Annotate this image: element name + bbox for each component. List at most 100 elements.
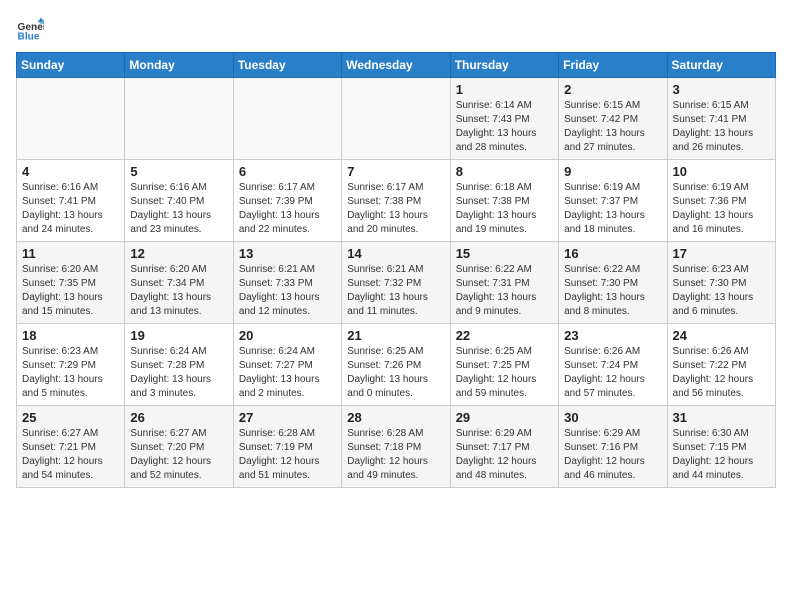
day-info: Sunrise: 6:24 AMSunset: 7:28 PMDaylight:… bbox=[130, 345, 227, 401]
day-info: Sunrise: 6:25 AMSunset: 7:25 PMDaylight:… bbox=[456, 345, 553, 401]
calendar-cell: 11 Sunrise: 6:20 AMSunset: 7:35 PMDayligh… bbox=[17, 242, 125, 324]
day-info: Sunrise: 6:29 AMSunset: 7:16 PMDaylight:… bbox=[564, 427, 661, 483]
day-number: 6 bbox=[239, 164, 336, 179]
weekday-header-thursday: Thursday bbox=[450, 53, 558, 78]
calendar-week-1: 1 Sunrise: 6:14 AMSunset: 7:43 PMDaylight… bbox=[17, 78, 776, 160]
day-number: 30 bbox=[564, 410, 661, 425]
day-number: 27 bbox=[239, 410, 336, 425]
day-info: Sunrise: 6:28 AMSunset: 7:18 PMDaylight:… bbox=[347, 427, 444, 483]
calendar-cell: 15Sunrise: 6:22 AMSunset: 7:31 PMDayligh… bbox=[450, 242, 558, 324]
calendar-cell: 13Sunrise: 6:21 AMSunset: 7:33 PMDayligh… bbox=[233, 242, 341, 324]
day-number: 24 bbox=[673, 328, 770, 343]
day-info: Sunrise: 6:14 AMSunset: 7:43 PMDaylight:… bbox=[456, 99, 553, 155]
calendar-cell: 31Sunrise: 6:30 AMSunset: 7:15 PMDayligh… bbox=[667, 406, 775, 488]
day-info: Sunrise: 6:16 AMSunset: 7:40 PMDaylight:… bbox=[130, 181, 227, 237]
day-number: 13 bbox=[239, 246, 336, 261]
calendar-cell: 27Sunrise: 6:28 AMSunset: 7:19 PMDayligh… bbox=[233, 406, 341, 488]
day-info: Sunrise: 6:15 AMSunset: 7:41 PMDaylight:… bbox=[673, 99, 770, 155]
page-header: General Blue bbox=[16, 16, 776, 44]
day-number: 22 bbox=[456, 328, 553, 343]
calendar-cell: 19 Sunrise: 6:24 AMSunset: 7:28 PMDayligh… bbox=[125, 324, 233, 406]
day-info: Sunrise: 6:27 AMSunset: 7:20 PMDaylight:… bbox=[130, 427, 227, 483]
calendar-cell bbox=[342, 78, 450, 160]
calendar-cell: 4 Sunrise: 6:16 AMSunset: 7:41 PMDaylight… bbox=[17, 160, 125, 242]
day-info: Sunrise: 6:18 AMSunset: 7:38 PMDaylight:… bbox=[456, 181, 553, 237]
day-number: 12 bbox=[130, 246, 227, 261]
day-info: Sunrise: 6:30 AMSunset: 7:15 PMDaylight:… bbox=[673, 427, 770, 483]
calendar-cell: 6 Sunrise: 6:17 AMSunset: 7:39 PMDaylight… bbox=[233, 160, 341, 242]
day-info: Sunrise: 6:24 AMSunset: 7:27 PMDaylight:… bbox=[239, 345, 336, 401]
day-info: Sunrise: 6:25 AMSunset: 7:26 PMDaylight:… bbox=[347, 345, 444, 401]
day-info: Sunrise: 6:19 AMSunset: 7:37 PMDaylight:… bbox=[564, 181, 661, 237]
day-number: 17 bbox=[673, 246, 770, 261]
day-info: Sunrise: 6:22 AMSunset: 7:30 PMDaylight:… bbox=[564, 263, 661, 319]
day-info: Sunrise: 6:26 AMSunset: 7:22 PMDaylight:… bbox=[673, 345, 770, 401]
day-info: Sunrise: 6:20 AMSunset: 7:34 PMDaylight:… bbox=[130, 263, 227, 319]
calendar-cell: 21 Sunrise: 6:25 AMSunset: 7:26 PMDayligh… bbox=[342, 324, 450, 406]
calendar-table: SundayMondayTuesdayWednesdayThursdayFrid… bbox=[16, 52, 776, 488]
calendar-week-2: 4 Sunrise: 6:16 AMSunset: 7:41 PMDaylight… bbox=[17, 160, 776, 242]
day-info: Sunrise: 6:19 AMSunset: 7:36 PMDaylight:… bbox=[673, 181, 770, 237]
calendar-header: SundayMondayTuesdayWednesdayThursdayFrid… bbox=[17, 53, 776, 78]
calendar-cell: 25 Sunrise: 6:27 AMSunset: 7:21 PMDayligh… bbox=[17, 406, 125, 488]
day-number: 18 bbox=[22, 328, 119, 343]
day-info: Sunrise: 6:16 AMSunset: 7:41 PMDaylight:… bbox=[22, 181, 119, 237]
weekday-header-tuesday: Tuesday bbox=[233, 53, 341, 78]
day-number: 2 bbox=[564, 82, 661, 97]
day-number: 4 bbox=[22, 164, 119, 179]
logo: General Blue bbox=[16, 16, 46, 44]
calendar-cell: 20 Sunrise: 6:24 AMSunset: 7:27 PMDayligh… bbox=[233, 324, 341, 406]
calendar-cell: 8 Sunrise: 6:18 AMSunset: 7:38 PMDaylight… bbox=[450, 160, 558, 242]
day-info: Sunrise: 6:27 AMSunset: 7:21 PMDaylight:… bbox=[22, 427, 119, 483]
day-info: Sunrise: 6:15 AMSunset: 7:42 PMDaylight:… bbox=[564, 99, 661, 155]
day-number: 8 bbox=[456, 164, 553, 179]
day-number: 25 bbox=[22, 410, 119, 425]
day-number: 3 bbox=[673, 82, 770, 97]
day-info: Sunrise: 6:17 AMSunset: 7:39 PMDaylight:… bbox=[239, 181, 336, 237]
day-number: 19 bbox=[130, 328, 227, 343]
day-number: 5 bbox=[130, 164, 227, 179]
calendar-cell: 3 Sunrise: 6:15 AMSunset: 7:41 PMDaylight… bbox=[667, 78, 775, 160]
day-number: 20 bbox=[239, 328, 336, 343]
day-info: Sunrise: 6:26 AMSunset: 7:24 PMDaylight:… bbox=[564, 345, 661, 401]
day-number: 23 bbox=[564, 328, 661, 343]
calendar-cell: 17 Sunrise: 6:23 AMSunset: 7:30 PMDayligh… bbox=[667, 242, 775, 324]
calendar-cell: 5 Sunrise: 6:16 AMSunset: 7:40 PMDaylight… bbox=[125, 160, 233, 242]
calendar-week-5: 25 Sunrise: 6:27 AMSunset: 7:21 PMDayligh… bbox=[17, 406, 776, 488]
day-number: 14 bbox=[347, 246, 444, 261]
day-info: Sunrise: 6:29 AMSunset: 7:17 PMDaylight:… bbox=[456, 427, 553, 483]
day-info: Sunrise: 6:22 AMSunset: 7:31 PMDaylight:… bbox=[456, 263, 553, 319]
calendar-cell: 28 Sunrise: 6:28 AMSunset: 7:18 PMDayligh… bbox=[342, 406, 450, 488]
day-info: Sunrise: 6:17 AMSunset: 7:38 PMDaylight:… bbox=[347, 181, 444, 237]
weekday-header-sunday: Sunday bbox=[17, 53, 125, 78]
calendar-week-4: 18Sunrise: 6:23 AMSunset: 7:29 PMDayligh… bbox=[17, 324, 776, 406]
day-number: 26 bbox=[130, 410, 227, 425]
day-info: Sunrise: 6:20 AMSunset: 7:35 PMDaylight:… bbox=[22, 263, 119, 319]
calendar-cell: 29 Sunrise: 6:29 AMSunset: 7:17 PMDayligh… bbox=[450, 406, 558, 488]
calendar-cell: 30 Sunrise: 6:29 AMSunset: 7:16 PMDayligh… bbox=[559, 406, 667, 488]
weekday-row: SundayMondayTuesdayWednesdayThursdayFrid… bbox=[17, 53, 776, 78]
weekday-header-monday: Monday bbox=[125, 53, 233, 78]
day-number: 9 bbox=[564, 164, 661, 179]
day-number: 28 bbox=[347, 410, 444, 425]
calendar-cell: 26 Sunrise: 6:27 AMSunset: 7:20 PMDayligh… bbox=[125, 406, 233, 488]
day-number: 7 bbox=[347, 164, 444, 179]
calendar-cell: 18Sunrise: 6:23 AMSunset: 7:29 PMDayligh… bbox=[17, 324, 125, 406]
calendar-cell: 1 Sunrise: 6:14 AMSunset: 7:43 PMDaylight… bbox=[450, 78, 558, 160]
calendar-week-3: 11 Sunrise: 6:20 AMSunset: 7:35 PMDayligh… bbox=[17, 242, 776, 324]
day-info: Sunrise: 6:23 AMSunset: 7:30 PMDaylight:… bbox=[673, 263, 770, 319]
day-number: 11 bbox=[22, 246, 119, 261]
day-number: 29 bbox=[456, 410, 553, 425]
calendar-cell: 23 Sunrise: 6:26 AMSunset: 7:24 PMDayligh… bbox=[559, 324, 667, 406]
weekday-header-wednesday: Wednesday bbox=[342, 53, 450, 78]
calendar-cell: 14Sunrise: 6:21 AMSunset: 7:32 PMDayligh… bbox=[342, 242, 450, 324]
calendar-cell bbox=[17, 78, 125, 160]
calendar-body: 1 Sunrise: 6:14 AMSunset: 7:43 PMDaylight… bbox=[17, 78, 776, 488]
calendar-cell: 24 Sunrise: 6:26 AMSunset: 7:22 PMDayligh… bbox=[667, 324, 775, 406]
day-number: 16 bbox=[564, 246, 661, 261]
day-number: 21 bbox=[347, 328, 444, 343]
day-number: 1 bbox=[456, 82, 553, 97]
calendar-cell: 10Sunrise: 6:19 AMSunset: 7:36 PMDayligh… bbox=[667, 160, 775, 242]
calendar-cell: 9 Sunrise: 6:19 AMSunset: 7:37 PMDaylight… bbox=[559, 160, 667, 242]
calendar-cell: 7 Sunrise: 6:17 AMSunset: 7:38 PMDaylight… bbox=[342, 160, 450, 242]
